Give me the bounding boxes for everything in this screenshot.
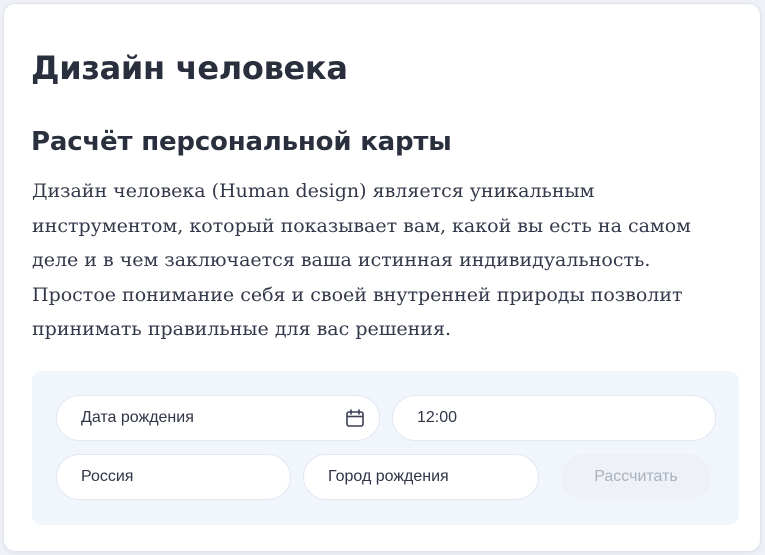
birth-time-value: 12:00 [417, 409, 458, 426]
chart-form: Дата рождения 12:00 Россия Город рождени… [32, 371, 739, 525]
calculate-button[interactable]: Рассчитать [561, 454, 711, 500]
intro-paragraph: Дизайн человека (Human design) является … [32, 180, 691, 340]
country-value: Россия [81, 468, 134, 485]
calendar-icon[interactable] [345, 408, 365, 428]
birth-date-field[interactable]: Дата рождения [56, 395, 380, 441]
section-subtitle: Расчёт персональной карты [31, 127, 452, 157]
calculator-card: Дизайн человека Расчёт персональной карт… [3, 3, 761, 552]
birth-date-placeholder: Дата рождения [81, 409, 194, 426]
birth-city-field[interactable]: Город рождения [303, 454, 539, 500]
birth-city-placeholder: Город рождения [328, 468, 449, 485]
birth-time-field[interactable]: 12:00 [392, 395, 716, 441]
country-select[interactable]: Россия [56, 454, 291, 500]
page-title: Дизайн человека [31, 49, 348, 87]
